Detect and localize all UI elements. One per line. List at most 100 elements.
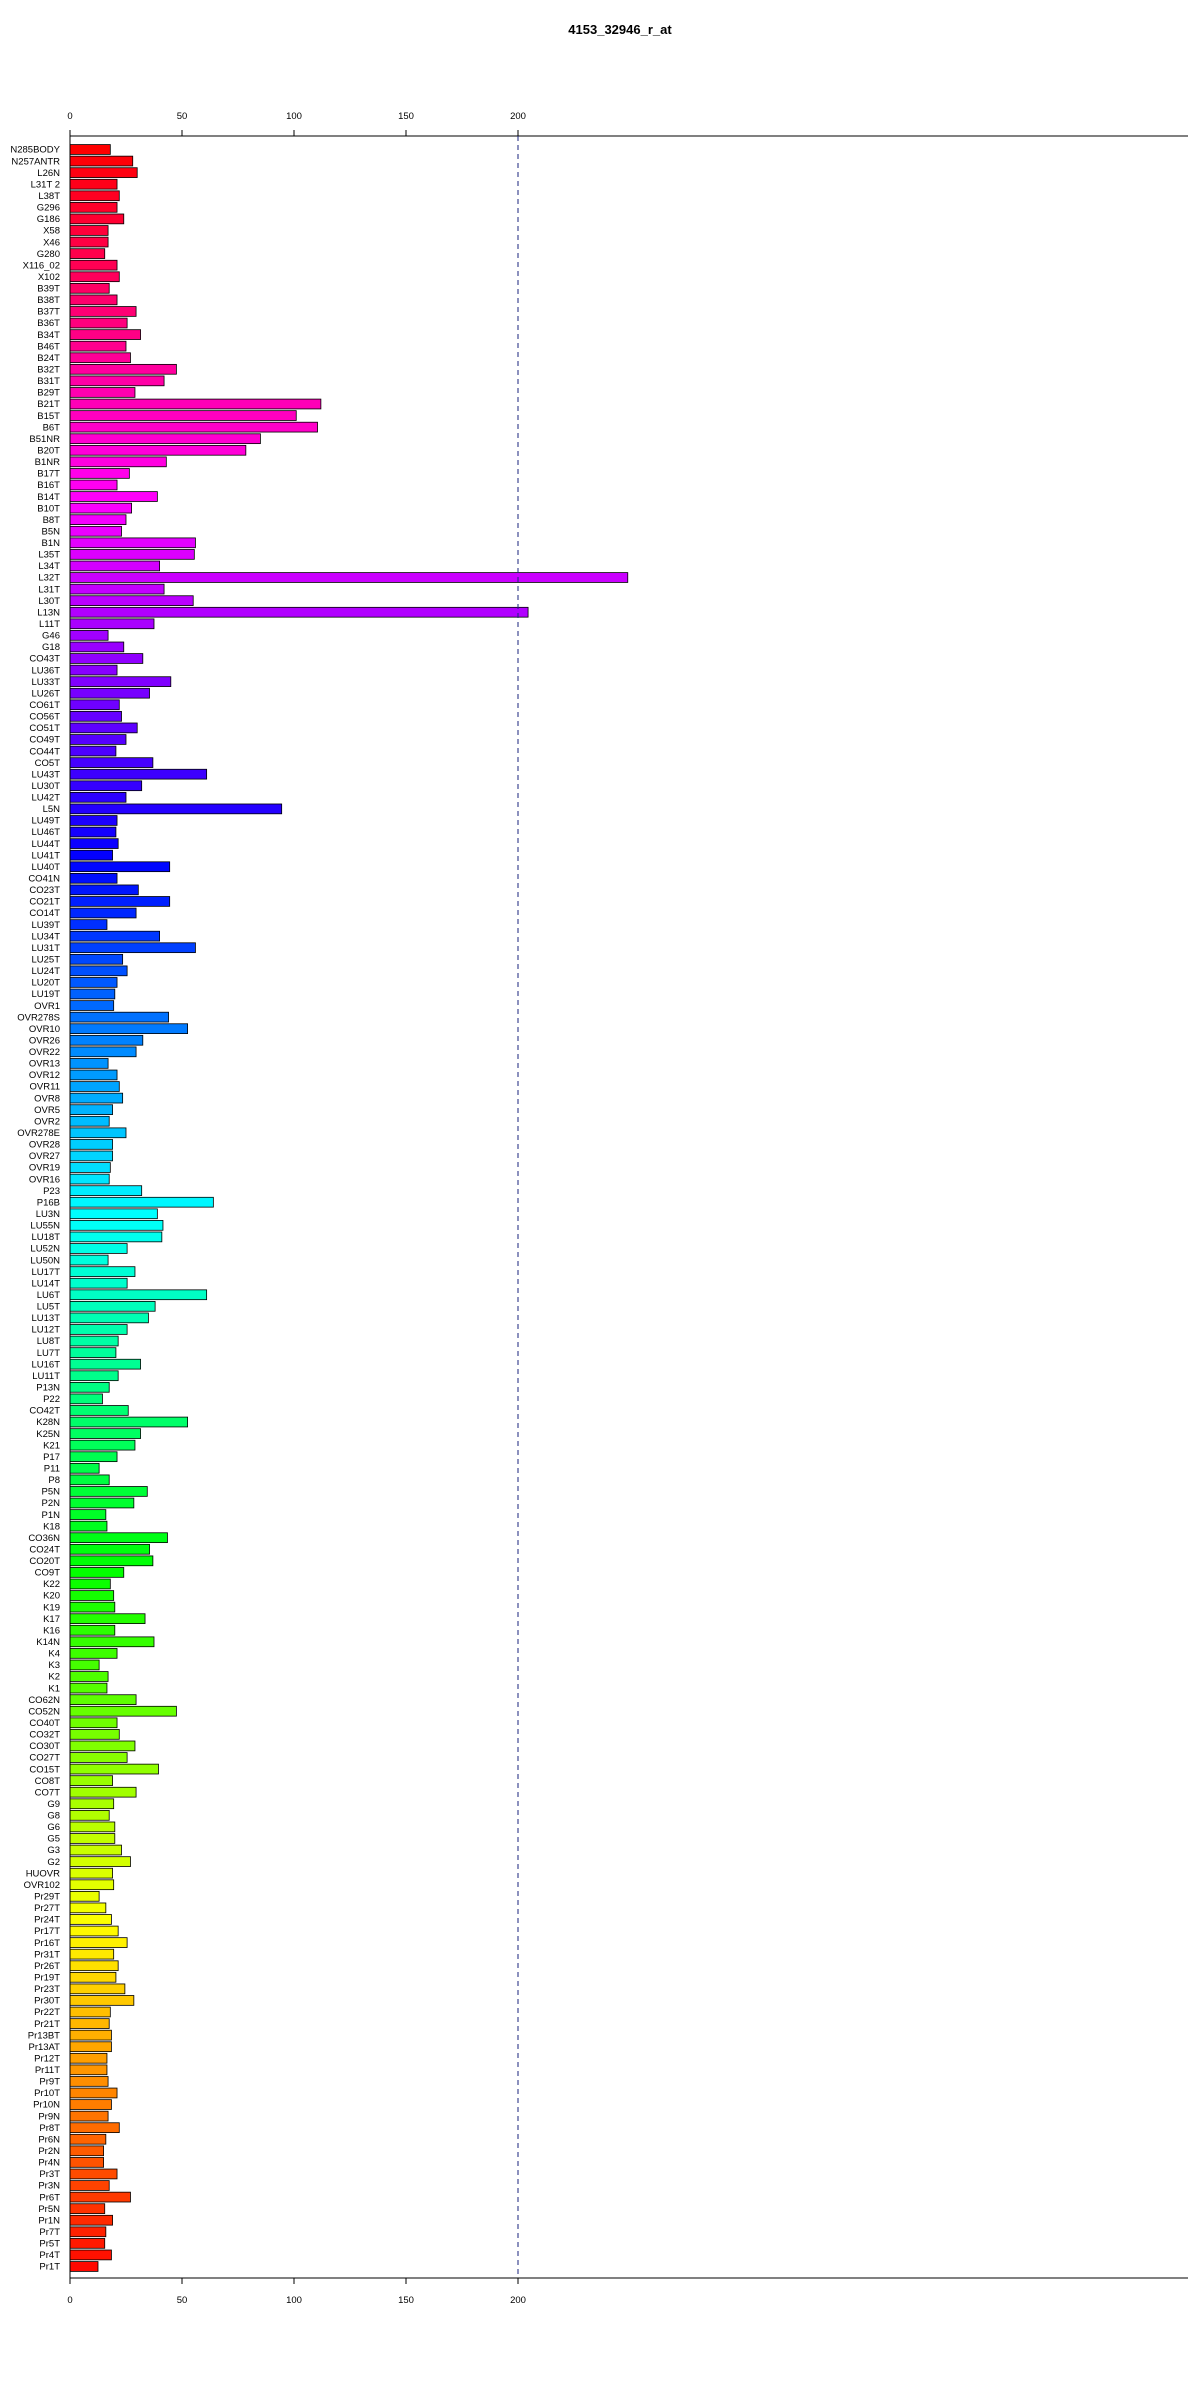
category-label: Pr17T	[34, 1926, 60, 1937]
category-label: LU42T	[31, 793, 60, 804]
category-label: CO24T	[29, 1544, 60, 1555]
bar-Pr23T	[69, 1983, 126, 1995]
bar-X46	[69, 236, 109, 248]
bar-L31T	[69, 583, 165, 595]
category-label: LU26T	[31, 688, 60, 699]
bar-CO24T	[69, 1543, 150, 1555]
bar-OVR10	[69, 1023, 188, 1035]
category-label: K17	[43, 1614, 60, 1625]
category-label: CO7T	[35, 1787, 61, 1798]
bar-CO15T	[69, 1763, 159, 1775]
bar-Pr13BT	[69, 2029, 112, 2041]
bar-LU25T	[69, 953, 124, 965]
bar-G8	[69, 1810, 110, 1821]
category-label: LU13T	[31, 1313, 60, 1324]
bar-N257ANTR	[69, 155, 134, 167]
bar-LU36T	[69, 664, 118, 676]
bar-K19	[69, 1601, 116, 1613]
bar-LU17T	[69, 1266, 136, 1277]
category-label: L5N	[43, 804, 61, 815]
bar-B51NR	[69, 433, 261, 445]
bar-OVR102	[69, 1879, 115, 1891]
bar-Pr5T	[69, 2238, 106, 2249]
category-label: LU3N	[36, 1209, 60, 1220]
category-label: CO8T	[35, 1776, 61, 1787]
bar-LU8T	[69, 1335, 119, 1347]
category-label: Pr4N	[38, 2158, 60, 2169]
bar-X58	[69, 225, 109, 236]
category-label: Pr21T	[34, 2019, 60, 2030]
category-label: OVR102	[24, 1880, 60, 1891]
category-label: Pr10T	[34, 2088, 60, 2099]
bar-LU52N	[69, 1243, 128, 1254]
category-label: Pr5N	[38, 2204, 60, 2215]
bar-Pr10N	[69, 2099, 112, 2110]
bar-K3	[69, 1659, 100, 1671]
category-label: G280	[37, 249, 60, 260]
bar-Pr1N	[69, 2214, 113, 2226]
bar-LU13T	[69, 1312, 149, 1324]
category-label: LU43T	[31, 769, 60, 780]
category-label: Pr5T	[39, 2239, 60, 2250]
category-label: LU36T	[31, 665, 60, 676]
bar-CO56T	[69, 711, 122, 722]
bar-Pr27T	[69, 1902, 107, 1914]
category-label: K28N	[36, 1417, 60, 1428]
bar-Pr10T	[69, 2087, 118, 2099]
bar-LU16T	[69, 1358, 141, 1370]
bar-LU6T	[69, 1289, 208, 1301]
category-label: L26N	[37, 168, 60, 179]
category-label: B46T	[37, 341, 60, 352]
category-label: Pr23T	[34, 1984, 60, 1995]
category-label: LU52N	[30, 1244, 60, 1255]
category-label: K14N	[36, 1637, 60, 1648]
bar-Pr24T	[69, 1914, 112, 1925]
category-label: OVR2	[34, 1116, 60, 1127]
bar-P11	[69, 1462, 100, 1474]
category-label: G6	[47, 1822, 60, 1833]
category-label: CO61T	[29, 700, 60, 711]
category-label: K1	[48, 1683, 60, 1694]
category-label: Pr16T	[34, 1938, 60, 1949]
category-label: Pr2N	[38, 2146, 60, 2157]
bar-CO23T	[69, 884, 139, 896]
category-label: LU55N	[30, 1221, 60, 1232]
bar-CO9T	[69, 1567, 125, 1578]
bar-B36T	[69, 317, 128, 329]
bar-CO7T	[69, 1786, 137, 1798]
bar-B21T	[69, 398, 322, 410]
category-label: G18	[42, 642, 60, 653]
bar-K4	[69, 1648, 118, 1659]
bar-Pr17T	[69, 1925, 119, 1937]
category-label: CO20T	[29, 1556, 60, 1567]
category-label: L13N	[37, 607, 60, 618]
bar-Pr3T	[69, 2168, 118, 2180]
bar-G2	[69, 1856, 131, 1867]
category-label: OVR11	[30, 1082, 60, 1093]
bar-OVR16	[69, 1173, 110, 1185]
bar-LU40T	[69, 861, 171, 873]
bar-OVR13	[69, 1058, 109, 1069]
category-label: K3	[48, 1660, 60, 1671]
category-label: G9	[47, 1799, 60, 1810]
bar-Pr2N	[69, 2145, 104, 2157]
category-label: CO14T	[29, 908, 60, 919]
bar-OVR8	[69, 1092, 124, 1104]
bar-OVR5	[69, 1104, 113, 1115]
bar-Pr4T	[69, 2249, 112, 2261]
category-label: Pr13BT	[28, 2030, 60, 2041]
bar-LU39T	[69, 919, 108, 930]
bar-LU3N	[69, 1208, 158, 1220]
category-label: OVR1	[34, 1001, 60, 1012]
category-label: Pr3N	[38, 2181, 60, 2192]
bar-L13N	[69, 606, 529, 618]
category-label: B16T	[37, 480, 60, 491]
bar-B46T	[69, 340, 127, 352]
category-label: LU40T	[31, 862, 60, 873]
category-label: Pr31T	[34, 1949, 60, 1960]
bar-CO61T	[69, 699, 120, 711]
top-tick-label: 50	[177, 111, 188, 122]
category-label: P1N	[42, 1510, 61, 1521]
top-tick-label: 0	[67, 111, 72, 122]
category-label: L31T 2	[31, 179, 60, 190]
